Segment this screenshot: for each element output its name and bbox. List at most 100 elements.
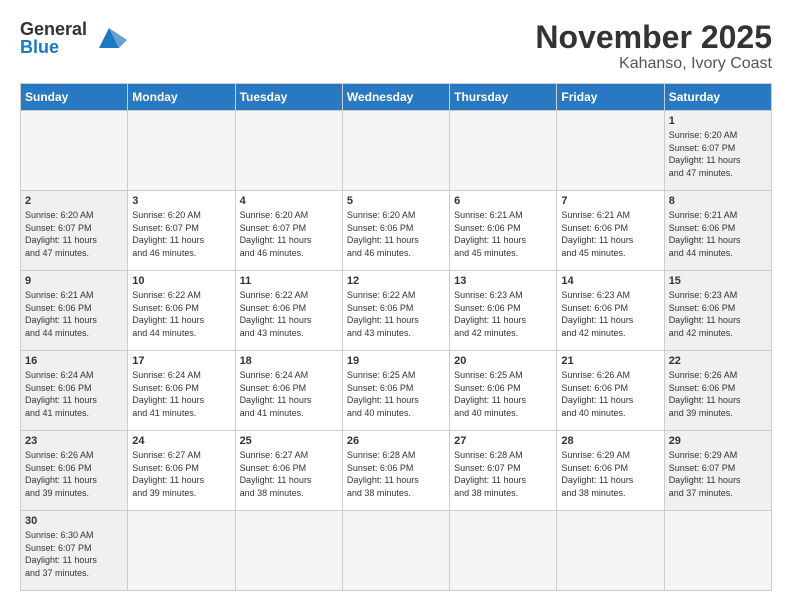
day-info: Sunrise: 6:29 AM Sunset: 6:06 PM Dayligh… <box>561 449 659 499</box>
day-info: Sunrise: 6:25 AM Sunset: 6:06 PM Dayligh… <box>347 369 445 419</box>
calendar-cell: 14 Sunrise: 6:23 AM Sunset: 6:06 PM Dayli… <box>557 271 664 351</box>
calendar-cell: 22 Sunrise: 6:26 AM Sunset: 6:06 PM Dayli… <box>664 351 771 431</box>
day-number: 21 <box>561 355 659 367</box>
calendar-cell <box>128 111 235 191</box>
calendar-cell: 18 Sunrise: 6:24 AM Sunset: 6:06 PM Dayli… <box>235 351 342 431</box>
calendar-week-3: 16 Sunrise: 6:24 AM Sunset: 6:06 PM Dayli… <box>21 351 772 431</box>
day-number: 7 <box>561 195 659 207</box>
day-info: Sunrise: 6:24 AM Sunset: 6:06 PM Dayligh… <box>132 369 230 419</box>
day-number: 11 <box>240 275 338 287</box>
calendar-cell: 3Sunrise: 6:20 AM Sunset: 6:07 PM Daylig… <box>128 191 235 271</box>
calendar-week-1: 2Sunrise: 6:20 AM Sunset: 6:07 PM Daylig… <box>21 191 772 271</box>
day-info: Sunrise: 6:21 AM Sunset: 6:06 PM Dayligh… <box>561 209 659 259</box>
calendar-cell: 11 Sunrise: 6:22 AM Sunset: 6:06 PM Dayli… <box>235 271 342 351</box>
page-header: General Blue November 2025 Kahanso, Ivor… <box>20 20 772 73</box>
logo-icon <box>91 20 127 56</box>
day-info: Sunrise: 6:27 AM Sunset: 6:06 PM Dayligh… <box>132 449 230 499</box>
day-info: Sunrise: 6:21 AM Sunset: 6:06 PM Dayligh… <box>669 209 767 259</box>
calendar-cell: 15 Sunrise: 6:23 AM Sunset: 6:06 PM Dayli… <box>664 271 771 351</box>
day-info: Sunrise: 6:30 AM Sunset: 6:07 PM Dayligh… <box>25 529 123 579</box>
calendar-cell <box>235 111 342 191</box>
calendar-cell <box>21 111 128 191</box>
calendar-cell: 6 Sunrise: 6:21 AM Sunset: 6:06 PM Daylig… <box>450 191 557 271</box>
day-number: 20 <box>454 355 552 367</box>
day-info: Sunrise: 6:20 AM Sunset: 6:07 PM Dayligh… <box>240 209 338 259</box>
day-number: 8 <box>669 195 767 207</box>
day-number: 29 <box>669 435 767 447</box>
logo-blue: Blue <box>20 38 87 56</box>
calendar-cell: 19 Sunrise: 6:25 AM Sunset: 6:06 PM Dayli… <box>342 351 449 431</box>
day-info: Sunrise: 6:27 AM Sunset: 6:06 PM Dayligh… <box>240 449 338 499</box>
day-info: Sunrise: 6:20 AM Sunset: 6:07 PM Dayligh… <box>25 209 123 259</box>
logo: General Blue <box>20 20 127 56</box>
day-number: 18 <box>240 355 338 367</box>
day-info: Sunrise: 6:28 AM Sunset: 6:06 PM Dayligh… <box>347 449 445 499</box>
header-saturday: Saturday <box>664 84 771 111</box>
day-info: Sunrise: 6:26 AM Sunset: 6:06 PM Dayligh… <box>25 449 123 499</box>
day-number: 28 <box>561 435 659 447</box>
day-info: Sunrise: 6:25 AM Sunset: 6:06 PM Dayligh… <box>454 369 552 419</box>
day-info: Sunrise: 6:22 AM Sunset: 6:06 PM Dayligh… <box>347 289 445 339</box>
calendar-cell: 17Sunrise: 6:24 AM Sunset: 6:06 PM Dayli… <box>128 351 235 431</box>
page-title: November 2025 <box>535 20 772 55</box>
calendar-cell <box>450 111 557 191</box>
day-info: Sunrise: 6:21 AM Sunset: 6:06 PM Dayligh… <box>25 289 123 339</box>
logo-general: General <box>20 20 87 38</box>
day-number: 22 <box>669 355 767 367</box>
calendar-cell: 2Sunrise: 6:20 AM Sunset: 6:07 PM Daylig… <box>21 191 128 271</box>
day-number: 16 <box>25 355 123 367</box>
calendar-week-4: 23 Sunrise: 6:26 AM Sunset: 6:06 PM Dayli… <box>21 431 772 511</box>
day-number: 23 <box>25 435 123 447</box>
day-number: 9 <box>25 275 123 287</box>
day-info: Sunrise: 6:23 AM Sunset: 6:06 PM Dayligh… <box>561 289 659 339</box>
calendar-cell: 25 Sunrise: 6:27 AM Sunset: 6:06 PM Dayli… <box>235 431 342 511</box>
day-info: Sunrise: 6:23 AM Sunset: 6:06 PM Dayligh… <box>669 289 767 339</box>
calendar-cell: 30Sunrise: 6:30 AM Sunset: 6:07 PM Dayli… <box>21 511 128 591</box>
calendar-cell <box>450 511 557 591</box>
calendar-cell: 4Sunrise: 6:20 AM Sunset: 6:07 PM Daylig… <box>235 191 342 271</box>
calendar-cell <box>664 511 771 591</box>
calendar-cell <box>342 511 449 591</box>
day-info: Sunrise: 6:20 AM Sunset: 6:06 PM Dayligh… <box>347 209 445 259</box>
calendar-week-2: 9 Sunrise: 6:21 AM Sunset: 6:06 PM Daylig… <box>21 271 772 351</box>
calendar-cell: 20 Sunrise: 6:25 AM Sunset: 6:06 PM Dayli… <box>450 351 557 431</box>
day-number: 3 <box>132 195 230 207</box>
calendar-week-0: 1Sunrise: 6:20 AM Sunset: 6:07 PM Daylig… <box>21 111 772 191</box>
calendar-cell: 9 Sunrise: 6:21 AM Sunset: 6:06 PM Daylig… <box>21 271 128 351</box>
day-number: 25 <box>240 435 338 447</box>
day-info: Sunrise: 6:24 AM Sunset: 6:06 PM Dayligh… <box>240 369 338 419</box>
header-wednesday: Wednesday <box>342 84 449 111</box>
calendar-cell <box>557 511 664 591</box>
header-friday: Friday <box>557 84 664 111</box>
day-number: 14 <box>561 275 659 287</box>
day-number: 24 <box>132 435 230 447</box>
day-number: 27 <box>454 435 552 447</box>
day-number: 19 <box>347 355 445 367</box>
calendar-cell: 29Sunrise: 6:29 AM Sunset: 6:07 PM Dayli… <box>664 431 771 511</box>
calendar-cell: 27 Sunrise: 6:28 AM Sunset: 6:07 PM Dayli… <box>450 431 557 511</box>
calendar-week-5: 30Sunrise: 6:30 AM Sunset: 6:07 PM Dayli… <box>21 511 772 591</box>
header-tuesday: Tuesday <box>235 84 342 111</box>
day-number: 6 <box>454 195 552 207</box>
calendar-cell: 10Sunrise: 6:22 AM Sunset: 6:06 PM Dayli… <box>128 271 235 351</box>
page-subtitle: Kahanso, Ivory Coast <box>535 55 772 73</box>
day-info: Sunrise: 6:26 AM Sunset: 6:06 PM Dayligh… <box>669 369 767 419</box>
day-info: Sunrise: 6:22 AM Sunset: 6:06 PM Dayligh… <box>240 289 338 339</box>
day-info: Sunrise: 6:21 AM Sunset: 6:06 PM Dayligh… <box>454 209 552 259</box>
calendar-cell <box>342 111 449 191</box>
calendar-cell <box>235 511 342 591</box>
day-number: 13 <box>454 275 552 287</box>
day-number: 5 <box>347 195 445 207</box>
day-number: 26 <box>347 435 445 447</box>
calendar-cell: 16 Sunrise: 6:24 AM Sunset: 6:06 PM Dayli… <box>21 351 128 431</box>
day-number: 15 <box>669 275 767 287</box>
calendar-cell: 21 Sunrise: 6:26 AM Sunset: 6:06 PM Dayli… <box>557 351 664 431</box>
day-info: Sunrise: 6:24 AM Sunset: 6:06 PM Dayligh… <box>25 369 123 419</box>
calendar-cell: 23 Sunrise: 6:26 AM Sunset: 6:06 PM Dayli… <box>21 431 128 511</box>
day-info: Sunrise: 6:26 AM Sunset: 6:06 PM Dayligh… <box>561 369 659 419</box>
header-monday: Monday <box>128 84 235 111</box>
day-info: Sunrise: 6:22 AM Sunset: 6:06 PM Dayligh… <box>132 289 230 339</box>
day-info: Sunrise: 6:28 AM Sunset: 6:07 PM Dayligh… <box>454 449 552 499</box>
calendar-cell: 12Sunrise: 6:22 AM Sunset: 6:06 PM Dayli… <box>342 271 449 351</box>
calendar-cell <box>128 511 235 591</box>
